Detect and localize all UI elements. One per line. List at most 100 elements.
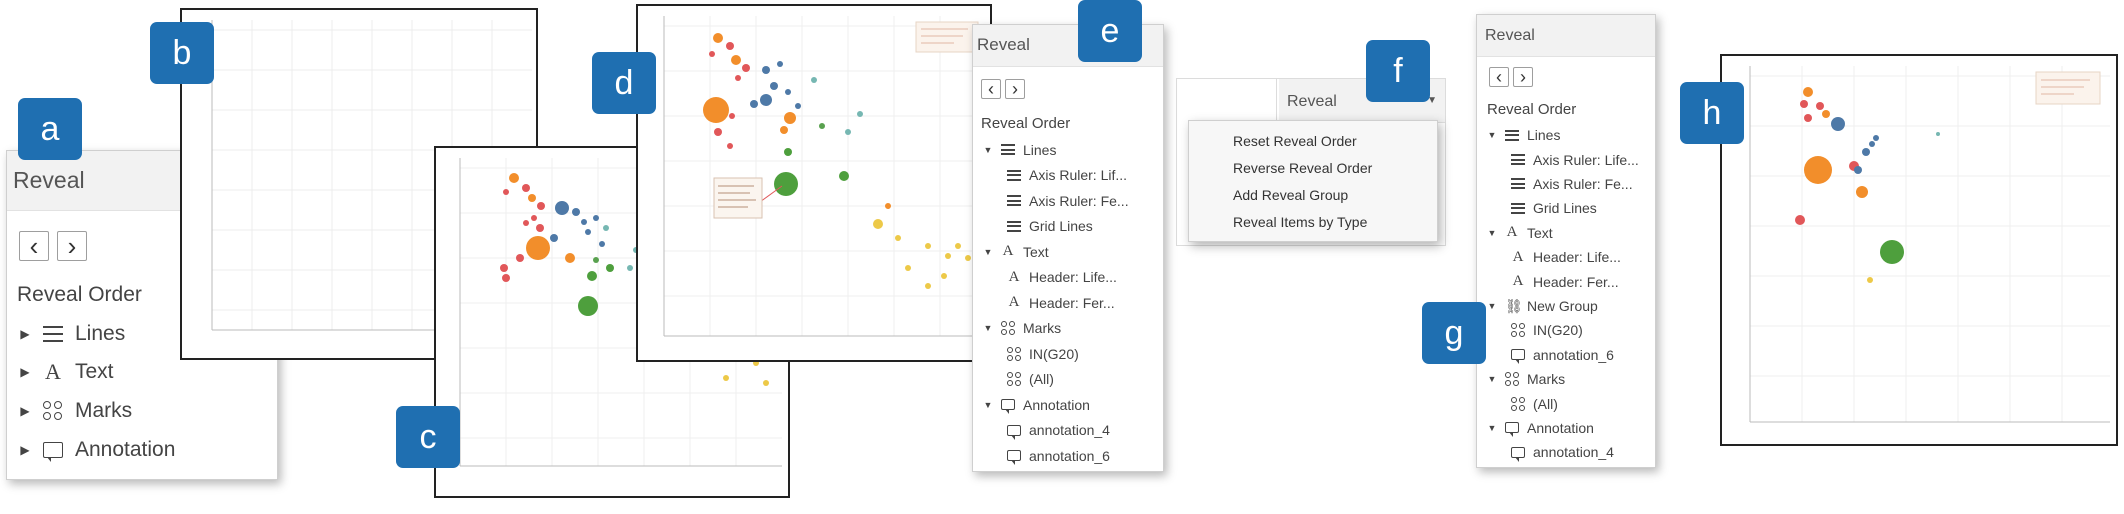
previous-button[interactable]: ‹	[1489, 67, 1509, 87]
reveal-item-label: Axis Ruler: Lif...	[1029, 167, 1128, 184]
collapse-triangle-icon[interactable]: ▼	[981, 145, 995, 155]
reveal-tree-item[interactable]: ▼ Marks	[1485, 367, 1653, 391]
reveal-item-label: Header: Fer...	[1029, 294, 1115, 311]
reveal-tree-item[interactable]: A Header: Life...	[1511, 245, 1653, 269]
reveal-panel-e: Reveal ‹ › Reveal Order ▼ Lines Axis Ruler…	[972, 24, 1164, 472]
menu-item-reveal-items-by-type[interactable]: Reveal Items by Type	[1233, 214, 1367, 230]
reveal-tree-item[interactable]: (All)	[1511, 391, 1653, 415]
marks-icon	[1007, 372, 1021, 387]
reveal-item-label: Lines	[1023, 141, 1057, 158]
next-button[interactable]: ›	[1513, 67, 1533, 87]
reveal-tree-item[interactable]: ▼ A Text	[981, 239, 1161, 265]
next-button[interactable]: ›	[57, 231, 87, 261]
reveal-tree-item[interactable]: Axis Ruler: Fe...	[1511, 172, 1653, 196]
reveal-tree-item[interactable]: ▼ Annotation	[981, 392, 1161, 418]
collapse-triangle-icon[interactable]: ▼	[1485, 130, 1499, 140]
reveal-tree-item[interactable]: A Header: Fer...	[1511, 269, 1653, 293]
reveal-tree-item[interactable]: annotation_6	[1007, 443, 1161, 469]
bubble-plot-d	[663, 16, 984, 337]
text-icon: A	[45, 359, 61, 384]
reveal-item-label: (All)	[1029, 371, 1054, 388]
reveal-item-marks[interactable]: ▶ Marks	[15, 396, 270, 426]
chevron-left-icon: ‹	[29, 230, 39, 261]
chevron-right-icon: ›	[1520, 66, 1526, 87]
reveal-item-label: Marks	[1527, 371, 1566, 388]
reveal-item-label: Axis Ruler: Fe...	[1029, 192, 1129, 209]
reveal-item-label: IN(G20)	[1029, 345, 1079, 362]
reveal-tree-item[interactable]: IN(G20)	[1007, 341, 1161, 367]
reveal-item-label: Marks	[1023, 320, 1062, 337]
label-badge-c: c	[396, 406, 460, 468]
lines-icon	[1007, 169, 1021, 181]
collapse-triangle-icon[interactable]: ▼	[981, 247, 995, 257]
annotation-icon	[1511, 446, 1525, 462]
reveal-tree-item[interactable]: ▼ Annotation	[1485, 416, 1653, 440]
collapse-triangle-icon[interactable]: ▼	[1485, 423, 1499, 433]
label-badge-h: h	[1680, 82, 1744, 144]
reveal-tree-item[interactable]: Grid Lines	[1007, 214, 1161, 240]
marks-icon	[43, 401, 63, 421]
menu-item-reverse-reveal-order[interactable]: Reverse Reveal Order	[1233, 160, 1372, 176]
reveal-tree-item[interactable]: Axis Ruler: Fe...	[1007, 188, 1161, 214]
menu-item-add-reveal-group[interactable]: Add Reveal Group	[1233, 187, 1348, 203]
reveal-tree-item[interactable]: A Header: Fer...	[1007, 290, 1161, 316]
reveal-tree-item[interactable]: A Header: Life...	[1007, 265, 1161, 291]
reveal-tree-item[interactable]: Axis Ruler: Lif...	[1007, 163, 1161, 189]
annotation-icon	[1007, 424, 1021, 440]
marks-icon	[1001, 321, 1015, 336]
marks-icon	[1505, 372, 1519, 387]
reveal-tree-item[interactable]: annotation_6	[1511, 343, 1653, 367]
marks-icon	[1511, 396, 1525, 411]
collapse-triangle-icon[interactable]: ▼	[1485, 301, 1499, 311]
menu-item-reset-reveal-order[interactable]: Reset Reveal Order	[1233, 133, 1357, 149]
lines-icon	[43, 326, 63, 342]
reveal-tree-item[interactable]: ▼ Lines	[1485, 123, 1653, 147]
reveal-item-label: IN(G20)	[1533, 322, 1583, 339]
reveal-item-label: Lines	[1527, 127, 1561, 144]
reveal-item-label: annotation_6	[1533, 346, 1614, 363]
reveal-tree-item[interactable]: IN(G20)	[1511, 318, 1653, 342]
collapse-triangle-icon[interactable]: ▼	[1485, 228, 1499, 238]
next-button[interactable]: ›	[1005, 79, 1025, 99]
reveal-tree-item[interactable]: (All)	[1007, 367, 1161, 393]
panel-title: Reveal	[1485, 27, 1535, 44]
lines-icon	[1511, 202, 1525, 214]
lines-icon	[1505, 129, 1519, 141]
reveal-tree-item[interactable]: annotation_4	[1511, 440, 1653, 464]
reveal-tree-item[interactable]: annotation_4	[1007, 418, 1161, 444]
chevron-right-icon: ›	[67, 230, 77, 261]
chevron-left-icon: ‹	[1496, 66, 1502, 87]
previous-button[interactable]: ‹	[981, 79, 1001, 99]
reveal-item-label: annotation_6	[1029, 447, 1110, 464]
expand-triangle-icon[interactable]: ▶	[15, 404, 35, 418]
reveal-item-label: New Group	[1527, 297, 1598, 314]
lines-icon	[1007, 220, 1021, 232]
reveal-item-label: Header: Life...	[1029, 269, 1117, 286]
reveal-tree-item[interactable]: ▼ ⛓ New Group	[1485, 294, 1653, 318]
reveal-tree-item[interactable]: Axis Ruler: Life...	[1511, 147, 1653, 171]
reveal-tree-item[interactable]: ▼ Lines	[981, 137, 1161, 163]
label-badge-d: d	[592, 52, 656, 114]
reveal-item-label: Marks	[75, 399, 133, 422]
reveal-item-label: annotation_4	[1029, 422, 1110, 439]
reveal-tree-item[interactable]: ▼ Marks	[981, 316, 1161, 342]
collapse-triangle-icon[interactable]: ▼	[1485, 374, 1499, 384]
expand-triangle-icon[interactable]: ▶	[15, 365, 35, 379]
collapse-triangle-icon[interactable]: ▼	[981, 400, 995, 410]
reveal-item-label: (All)	[1533, 395, 1558, 412]
reveal-tree-item[interactable]: Grid Lines	[1511, 196, 1653, 220]
text-icon: A	[1002, 243, 1014, 260]
annotation-icon	[43, 442, 63, 462]
reveal-item-label: Text	[1023, 243, 1049, 260]
collapse-triangle-icon[interactable]: ▼	[981, 323, 995, 333]
reveal-item-label: Axis Ruler: Fe...	[1533, 175, 1633, 192]
reveal-tree-item[interactable]: ▼ A Text	[1485, 221, 1653, 245]
reveal-item-text[interactable]: ▶ A Text	[15, 357, 270, 387]
chevron-left-icon: ‹	[988, 78, 994, 99]
reveal-item-label: Annotation	[1527, 419, 1594, 436]
label-badge-f: f	[1366, 40, 1430, 102]
previous-button[interactable]: ‹	[19, 231, 49, 261]
expand-triangle-icon[interactable]: ▶	[15, 327, 35, 341]
expand-triangle-icon[interactable]: ▶	[15, 443, 35, 457]
reveal-item-annotation[interactable]: ▶ Annotation	[15, 435, 270, 465]
